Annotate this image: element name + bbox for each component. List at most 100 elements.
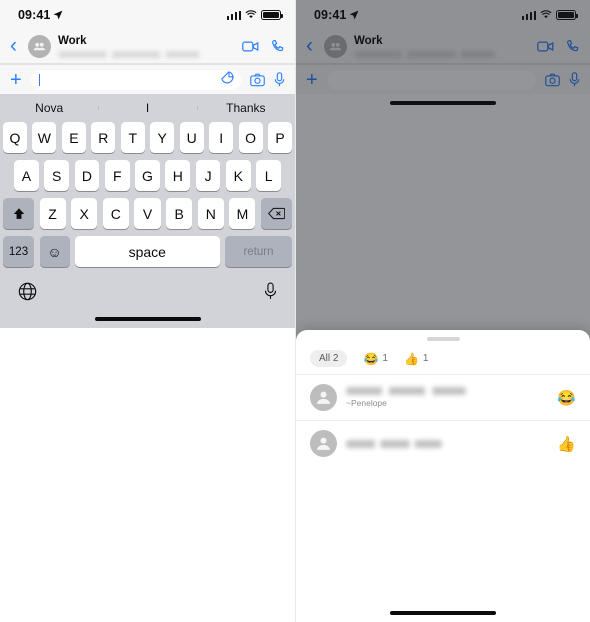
key-n[interactable]: N xyxy=(197,198,224,229)
status-bar-indicators xyxy=(226,10,283,20)
battery-full-icon xyxy=(556,10,578,20)
group-avatar-icon[interactable] xyxy=(28,35,51,58)
key-r[interactable]: R xyxy=(91,122,116,153)
message-input-bar: + xyxy=(0,64,295,94)
emoji-smiley-icon[interactable]: ☺ xyxy=(39,236,70,267)
reaction-user-name xyxy=(346,439,548,448)
key-c[interactable]: C xyxy=(102,198,129,229)
status-time-text: 09:41 xyxy=(18,8,51,22)
key-u[interactable]: U xyxy=(179,122,204,153)
reaction-user-list: ~Penelope 😂 👍 xyxy=(296,374,590,604)
key-q[interactable]: Q xyxy=(2,122,27,153)
key-f[interactable]: F xyxy=(104,160,130,191)
key-b[interactable]: B xyxy=(166,198,193,229)
prediction-0[interactable]: Nova xyxy=(0,101,98,115)
reaction-tab-all[interactable]: All 2 xyxy=(310,350,348,367)
wifi-icon xyxy=(540,10,552,19)
key-m[interactable]: M xyxy=(229,198,256,229)
sticker-icon[interactable] xyxy=(221,70,234,89)
camera-icon xyxy=(545,73,560,86)
keyboard-row-3: Z X C V B N M xyxy=(0,198,295,229)
key-d[interactable]: D xyxy=(74,160,100,191)
chat-participants-redacted xyxy=(58,50,200,58)
camera-icon[interactable] xyxy=(250,73,265,87)
microphone-icon[interactable] xyxy=(274,72,285,87)
back-button[interactable]: ‹ xyxy=(302,35,317,59)
chat-participants-redacted xyxy=(354,50,495,58)
reaction-tab-thumbsup[interactable]: 👍 1 xyxy=(404,352,429,366)
status-bar-left: 09:41 xyxy=(0,0,295,30)
key-x[interactable]: X xyxy=(71,198,98,229)
list-item[interactable]: ~Penelope 😂 xyxy=(296,374,590,420)
globe-language-icon[interactable] xyxy=(18,282,37,301)
shift-arrow-icon[interactable] xyxy=(3,198,34,229)
chat-title-block[interactable]: Work xyxy=(58,35,235,58)
wifi-icon xyxy=(245,10,257,19)
chat-title-block[interactable]: Work xyxy=(354,35,530,58)
header-actions xyxy=(537,39,580,54)
space-key[interactable]: space xyxy=(75,236,220,267)
reaction-emoji: 👍 xyxy=(403,351,419,366)
key-p[interactable]: P xyxy=(268,122,293,153)
reaction-tab-laugh[interactable]: 😂 1 xyxy=(363,352,388,366)
numbers-key[interactable]: 123 xyxy=(3,236,34,267)
key-o[interactable]: O xyxy=(238,122,263,153)
location-arrow-icon xyxy=(53,9,63,23)
attach-plus-icon[interactable]: + xyxy=(10,70,22,90)
location-arrow-icon xyxy=(349,9,359,23)
signal-bars-icon xyxy=(521,10,536,20)
key-k[interactable]: K xyxy=(225,160,251,191)
reaction-emoji: 😂 xyxy=(557,389,576,407)
reaction-filter-tabs: All 2 😂 1 👍 1 xyxy=(296,341,590,374)
video-call-icon[interactable] xyxy=(242,40,259,53)
screenshot-stage: 09:41 ‹ Work learn mor xyxy=(0,0,590,622)
key-g[interactable]: G xyxy=(135,160,160,191)
reaction-emoji: 😂 xyxy=(363,351,379,366)
key-i[interactable]: I xyxy=(209,122,234,153)
chat-title: Work xyxy=(58,35,87,48)
signal-bars-icon xyxy=(226,10,241,20)
onscreen-keyboard: Nova I Thanks Q W E R T Y U I O P A S D … xyxy=(0,94,295,310)
key-s[interactable]: S xyxy=(44,160,70,191)
reaction-emoji: 👍 xyxy=(557,435,576,453)
prediction-2[interactable]: Thanks xyxy=(196,101,295,115)
reaction-tab-count: 1 xyxy=(382,353,388,364)
home-indicator-right xyxy=(296,94,590,112)
voice-call-icon[interactable] xyxy=(270,39,285,54)
chat-title: Work xyxy=(354,35,383,48)
person-avatar-icon xyxy=(310,430,337,457)
key-h[interactable]: H xyxy=(165,160,191,191)
chat-header-right: ‹ Work xyxy=(296,30,590,64)
return-key[interactable]: return xyxy=(225,236,292,267)
reactions-bottom-sheet[interactable]: All 2 😂 1 👍 1 ~Penelope 😂 👍 xyxy=(296,330,590,622)
redacted-name xyxy=(346,387,466,395)
attach-plus-icon: + xyxy=(306,68,318,91)
header-actions xyxy=(242,39,285,54)
key-a[interactable]: A xyxy=(13,160,39,191)
key-w[interactable]: W xyxy=(32,122,57,153)
backspace-icon[interactable] xyxy=(260,198,292,229)
home-indicator-sheet xyxy=(296,604,590,622)
dictation-microphone-icon[interactable] xyxy=(264,282,277,300)
microphone-icon xyxy=(569,72,580,87)
keyboard-footer xyxy=(0,274,295,308)
group-avatar-icon[interactable] xyxy=(324,35,347,58)
back-button[interactable]: ‹ xyxy=(6,35,21,59)
status-bar-right: 09:41 xyxy=(296,0,590,30)
prediction-1[interactable]: I xyxy=(98,101,196,115)
voice-call-icon[interactable] xyxy=(565,39,580,54)
key-l[interactable]: L xyxy=(256,160,282,191)
key-t[interactable]: T xyxy=(120,122,145,153)
reaction-user-name: ~Penelope xyxy=(346,387,548,408)
message-input-field[interactable] xyxy=(30,69,241,90)
key-e[interactable]: E xyxy=(61,122,86,153)
video-call-icon[interactable] xyxy=(537,40,554,53)
status-bar-indicators xyxy=(521,10,578,20)
list-item[interactable]: 👍 xyxy=(296,420,590,466)
key-v[interactable]: V xyxy=(134,198,161,229)
key-j[interactable]: J xyxy=(195,160,221,191)
message-input-bar: + xyxy=(296,64,590,94)
key-y[interactable]: Y xyxy=(150,122,175,153)
message-input-field xyxy=(326,69,536,90)
key-z[interactable]: Z xyxy=(39,198,66,229)
